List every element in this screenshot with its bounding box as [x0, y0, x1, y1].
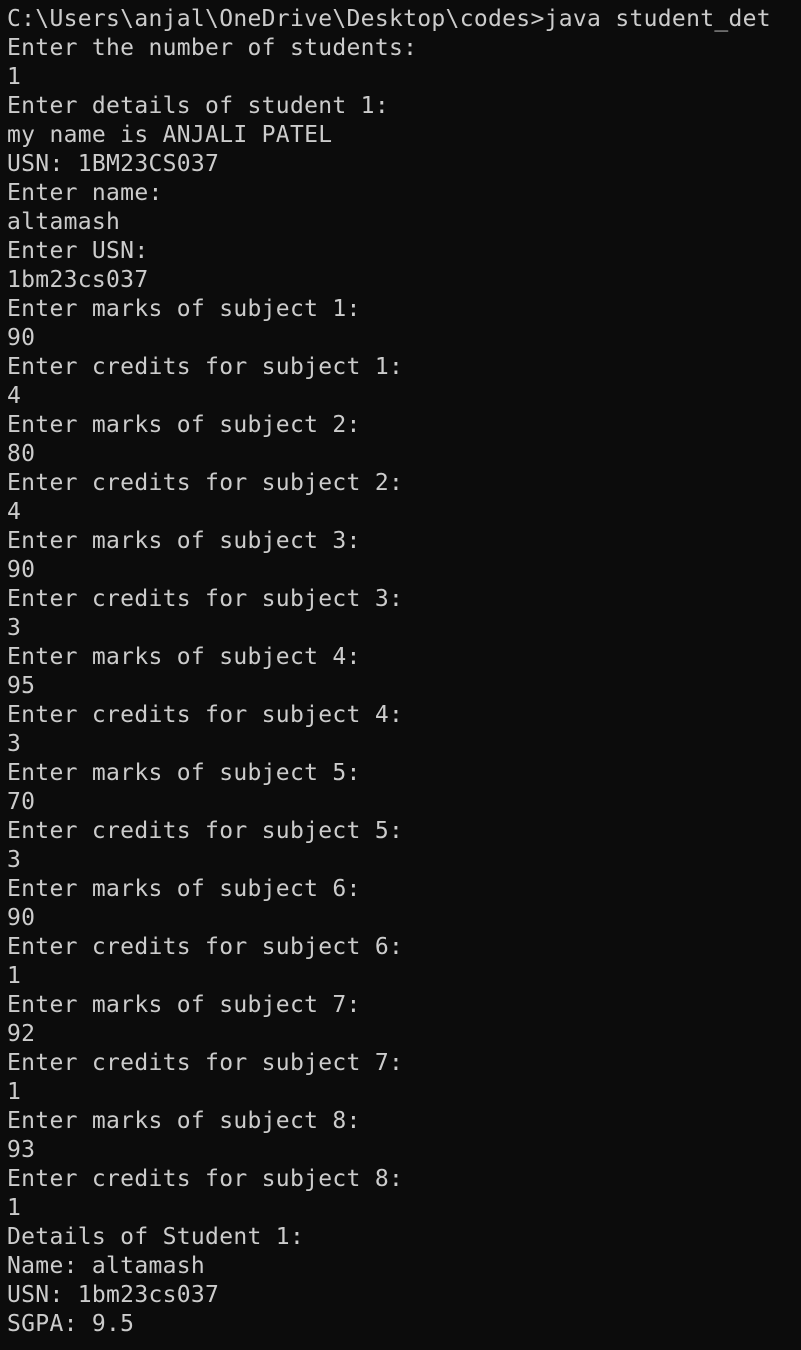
terminal-line: 70: [7, 789, 36, 815]
terminal-line: Enter details of student 1:: [7, 93, 389, 119]
terminal-line: 80: [7, 441, 36, 467]
terminal-line: 4: [7, 499, 22, 525]
terminal-line: 1: [7, 1079, 22, 1105]
terminal-line: Enter marks of subject 6:: [7, 876, 361, 902]
terminal-line: Enter name:: [7, 180, 163, 206]
terminal-line: Enter marks of subject 5:: [7, 760, 361, 786]
terminal-line: 3: [7, 847, 22, 873]
terminal-line: Enter marks of subject 8:: [7, 1108, 361, 1134]
terminal-line: 3: [7, 615, 22, 641]
terminal-line-command: C:\Users\anjal\OneDrive\Desktop\codes>ja…: [7, 6, 771, 32]
terminal-line: Enter credits for subject 4:: [7, 702, 404, 728]
terminal-line: Enter marks of subject 4:: [7, 644, 361, 670]
terminal-line: 90: [7, 557, 36, 583]
terminal-line: 1: [7, 1195, 22, 1221]
terminal-line: 92: [7, 1021, 36, 1047]
terminal-line: Enter credits for subject 5:: [7, 818, 404, 844]
terminal-line: Enter credits for subject 7:: [7, 1050, 404, 1076]
terminal-line: Enter marks of subject 1:: [7, 296, 361, 322]
terminal-line: Enter credits for subject 6:: [7, 934, 404, 960]
terminal-line: 1: [7, 963, 22, 989]
terminal-line: my name is ANJALI PATEL: [7, 122, 333, 148]
terminal-line: 95: [7, 673, 36, 699]
terminal-line: 90: [7, 325, 36, 351]
terminal-line: Name: altamash: [7, 1253, 206, 1279]
terminal-line: Enter the number of students:: [7, 35, 418, 61]
terminal-output[interactable]: C:\Users\anjal\OneDrive\Desktop\codes>ja…: [0, 0, 801, 1350]
terminal-line: 4: [7, 383, 22, 409]
terminal-line: 1: [7, 64, 22, 90]
terminal-line: USN: 1bm23cs037: [7, 1282, 220, 1308]
terminal-line: Enter USN:: [7, 238, 149, 264]
terminal-line: Enter credits for subject 2:: [7, 470, 404, 496]
terminal-line: Enter credits for subject 3:: [7, 586, 404, 612]
terminal-line: Enter marks of subject 2:: [7, 412, 361, 438]
terminal-line: 93: [7, 1137, 36, 1163]
terminal-line: altamash: [7, 209, 121, 235]
terminal-line: Details of Student 1:: [7, 1224, 305, 1250]
terminal-line: Enter credits for subject 1:: [7, 354, 404, 380]
terminal-line: 3: [7, 731, 22, 757]
terminal-line: Enter marks of subject 7:: [7, 992, 361, 1018]
terminal-line: SGPA: 9.5: [7, 1311, 135, 1337]
terminal-line: Enter credits for subject 8:: [7, 1166, 404, 1192]
terminal-line: Enter marks of subject 3:: [7, 528, 361, 554]
terminal-line: USN: 1BM23CS037: [7, 151, 220, 177]
terminal-line: 1bm23cs037: [7, 267, 149, 293]
terminal-line: 90: [7, 905, 36, 931]
